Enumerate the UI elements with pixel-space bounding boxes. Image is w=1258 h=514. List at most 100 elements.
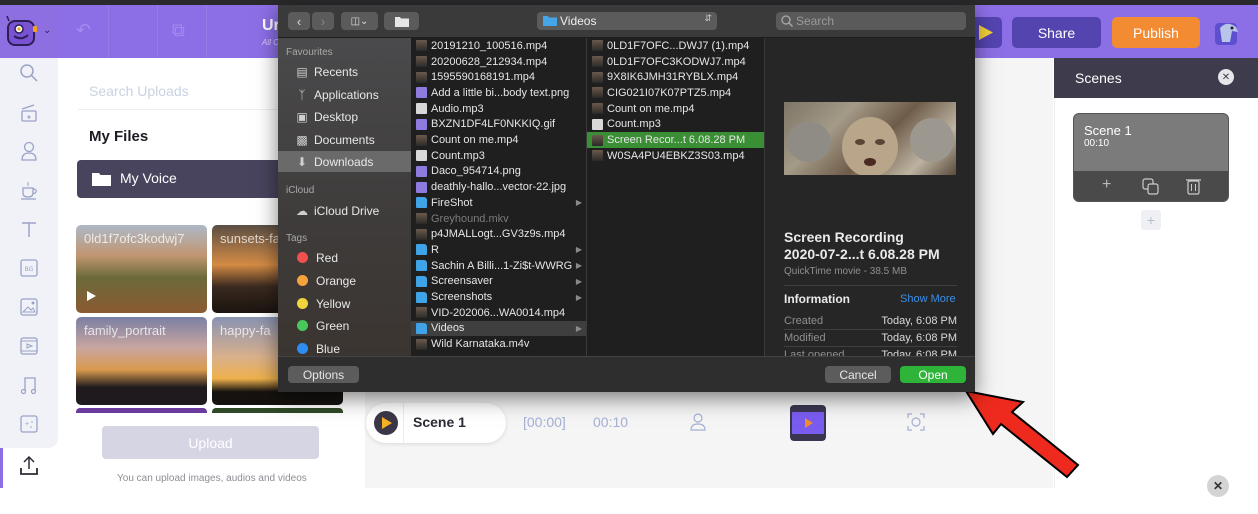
file-row[interactable]: W0SA4PU4EBKZ3S03.mp4 [587,148,764,164]
sidebar-tag-yellow[interactable]: Yellow [278,293,411,314]
file-column-downloads[interactable]: 20191210_100516.mp4 20200628_212934.mp4 15… [411,38,587,356]
folder-row[interactable]: Sachin A Billi...1-Zi$t-WWRG ▶ [411,258,586,274]
location-dropdown[interactable]: Videos ⇵ [537,12,717,30]
file-row[interactable]: Count on me.mp4 [587,101,764,117]
sidebar-item-downloads[interactable]: ⬇ Downloads [278,151,411,172]
file-row[interactable]: VID-202006...WA0014.mp4 [411,305,586,321]
search-uploads-input[interactable]: Search Uploads [89,83,189,99]
file-row[interactable]: p4JMALLogt...GV3z9s.mp4 [411,226,586,242]
open-button[interactable]: Open [900,366,966,383]
scene-card[interactable]: Scene 1 00:10 + [1073,113,1229,202]
file-column-videos[interactable]: 0LD1F7OFC...DWJ7 (1).mp4 0LD1F7OFC3KODWJ7… [587,38,765,356]
chevron-right-icon: ▶ [575,292,582,302]
sidebar-tag-red[interactable]: Red [278,247,411,268]
folder-row[interactable]: Videos ▶ [411,320,586,337]
file-row[interactable]: Audio.mp3 [411,101,586,117]
effects-icon[interactable]: + [17,412,41,436]
undo-icon[interactable]: ↶ [76,20,91,41]
logo-menu[interactable]: ⌄ [0,5,58,58]
file-name: Add a little bi...body text.png [431,86,570,99]
file-row[interactable]: Screen Recor...t 6.08.28 PM [587,132,764,148]
character-icon[interactable] [17,139,41,163]
upload-icon[interactable] [17,454,41,478]
scene-template-icon[interactable]: ★ [17,101,41,125]
scene-play-button[interactable] [374,411,398,435]
red-tag-icon [297,252,308,263]
file-row[interactable]: BXZN1DF4LF0NKKIQ.gif [411,117,586,133]
sidebar-item-applications[interactable]: ᛉ Applications [278,84,411,105]
video-icon[interactable] [17,334,41,358]
sidebar-tag-green[interactable]: Green [278,315,411,336]
file-name: 9X8IK6JMH31RYBLX.mp4 [607,71,739,84]
upload-thumbnail[interactable]: 0ld1f7ofc3kodwj7 [76,225,207,313]
file-row[interactable]: CIG021I07K07PTZ5.mp4 [587,85,764,101]
add-icon[interactable]: + [1102,176,1111,194]
file-row[interactable]: Add a little bi...body text.png [411,85,586,101]
props-icon[interactable] [17,178,41,202]
file-row[interactable]: deathly-hallo...vector-22.jpg [411,179,586,195]
music-icon[interactable] [17,373,41,397]
upload-button[interactable]: Upload [102,426,319,459]
show-more-link[interactable]: Show More [900,293,956,305]
sidebar-item-desktop[interactable]: ▣ Desktop [278,106,411,127]
new-folder-button[interactable] [384,12,419,30]
app-logo-icon [6,15,37,46]
trash-icon[interactable] [1186,177,1201,195]
folder-row[interactable]: Screensaver ▶ [411,274,586,290]
video-track-icon[interactable] [790,405,826,441]
preview-file-kind: QuickTime movie - 38.5 MB [784,266,907,277]
view-mode-button[interactable]: ◫⌄ [341,12,378,30]
close-icon[interactable]: ✕ [1207,475,1229,497]
updown-chevron-icon: ⇵ [704,13,712,23]
file-row[interactable]: 9X8IK6JMH31RYBLX.mp4 [587,69,764,85]
add-scene-button[interactable]: + [1141,210,1161,230]
file-row[interactable]: Count.mp3 [411,148,586,164]
folder-row[interactable]: FireShot ▶ [411,195,586,211]
preview-divider [784,329,957,330]
focus-icon[interactable] [907,413,925,431]
folder-row[interactable]: Screenshots ▶ [411,289,586,305]
last-opened-row: Last opened Today, 6:08 PM [784,349,957,356]
sidebar-item-documents[interactable]: ▩ Documents [278,129,411,150]
favourites-heading: Favourites [286,47,333,58]
file-name: 0LD1F7OFC...DWJ7 (1).mp4 [607,39,750,52]
back-button[interactable]: ‹ [288,12,310,30]
dialog-search-field[interactable]: Search [776,12,966,30]
folder-file-icon [416,244,427,256]
sidebar-item-recents[interactable]: ▤ Recents [278,61,411,82]
forward-button[interactable]: › [312,12,334,30]
duplicate-icon[interactable] [1142,178,1159,195]
background-icon[interactable]: BG [17,256,41,280]
chevron-left-icon: ‹ [296,13,302,29]
sidebar-item-icloud-drive[interactable]: ☁ iCloud Drive [278,200,411,221]
duplicate-icon[interactable]: ⧉ [172,20,185,41]
close-scenes-button[interactable]: ✕ [1218,69,1234,85]
user-avatar[interactable] [1212,18,1242,48]
audio-file-icon [592,118,603,130]
file-row[interactable]: Count.mp3 [587,117,764,133]
file-row[interactable]: 20200628_212934.mp4 [411,54,586,70]
file-row[interactable]: 20191210_100516.mp4 [411,38,586,54]
upload-thumbnail[interactable]: family_portrait [76,317,207,405]
sidebar-tag-orange[interactable]: Orange [278,270,411,291]
file-row[interactable]: Daco_954714.png [411,164,586,180]
image-file-icon [416,181,427,193]
image-icon[interactable] [17,295,41,319]
character-track-icon[interactable] [690,413,706,431]
file-row[interactable]: Count on me.mp4 [411,132,586,148]
text-icon[interactable] [17,217,41,241]
folder-label: My Voice [120,170,177,186]
chevron-right-icon: ▶ [575,198,582,208]
folder-row[interactable]: R ▶ [411,242,586,258]
share-button[interactable]: Share [1012,17,1101,48]
options-button[interactable]: Options [288,366,359,383]
cancel-button[interactable]: Cancel [825,366,891,383]
file-row[interactable]: 0LD1F7OFC...DWJ7 (1).mp4 [587,38,764,54]
my-voice-folder[interactable]: My Voice [77,160,297,198]
search-icon[interactable] [17,61,41,85]
file-row[interactable]: Wild Karnataka.m4v [411,336,586,352]
file-row[interactable]: 0LD1F7OFC3KODWJ7.mp4 [587,54,764,70]
file-row[interactable]: 1595590168191.mp4 [411,69,586,85]
file-row[interactable]: Greyhound.mkv [411,211,586,227]
publish-button[interactable]: Publish [1112,17,1200,48]
